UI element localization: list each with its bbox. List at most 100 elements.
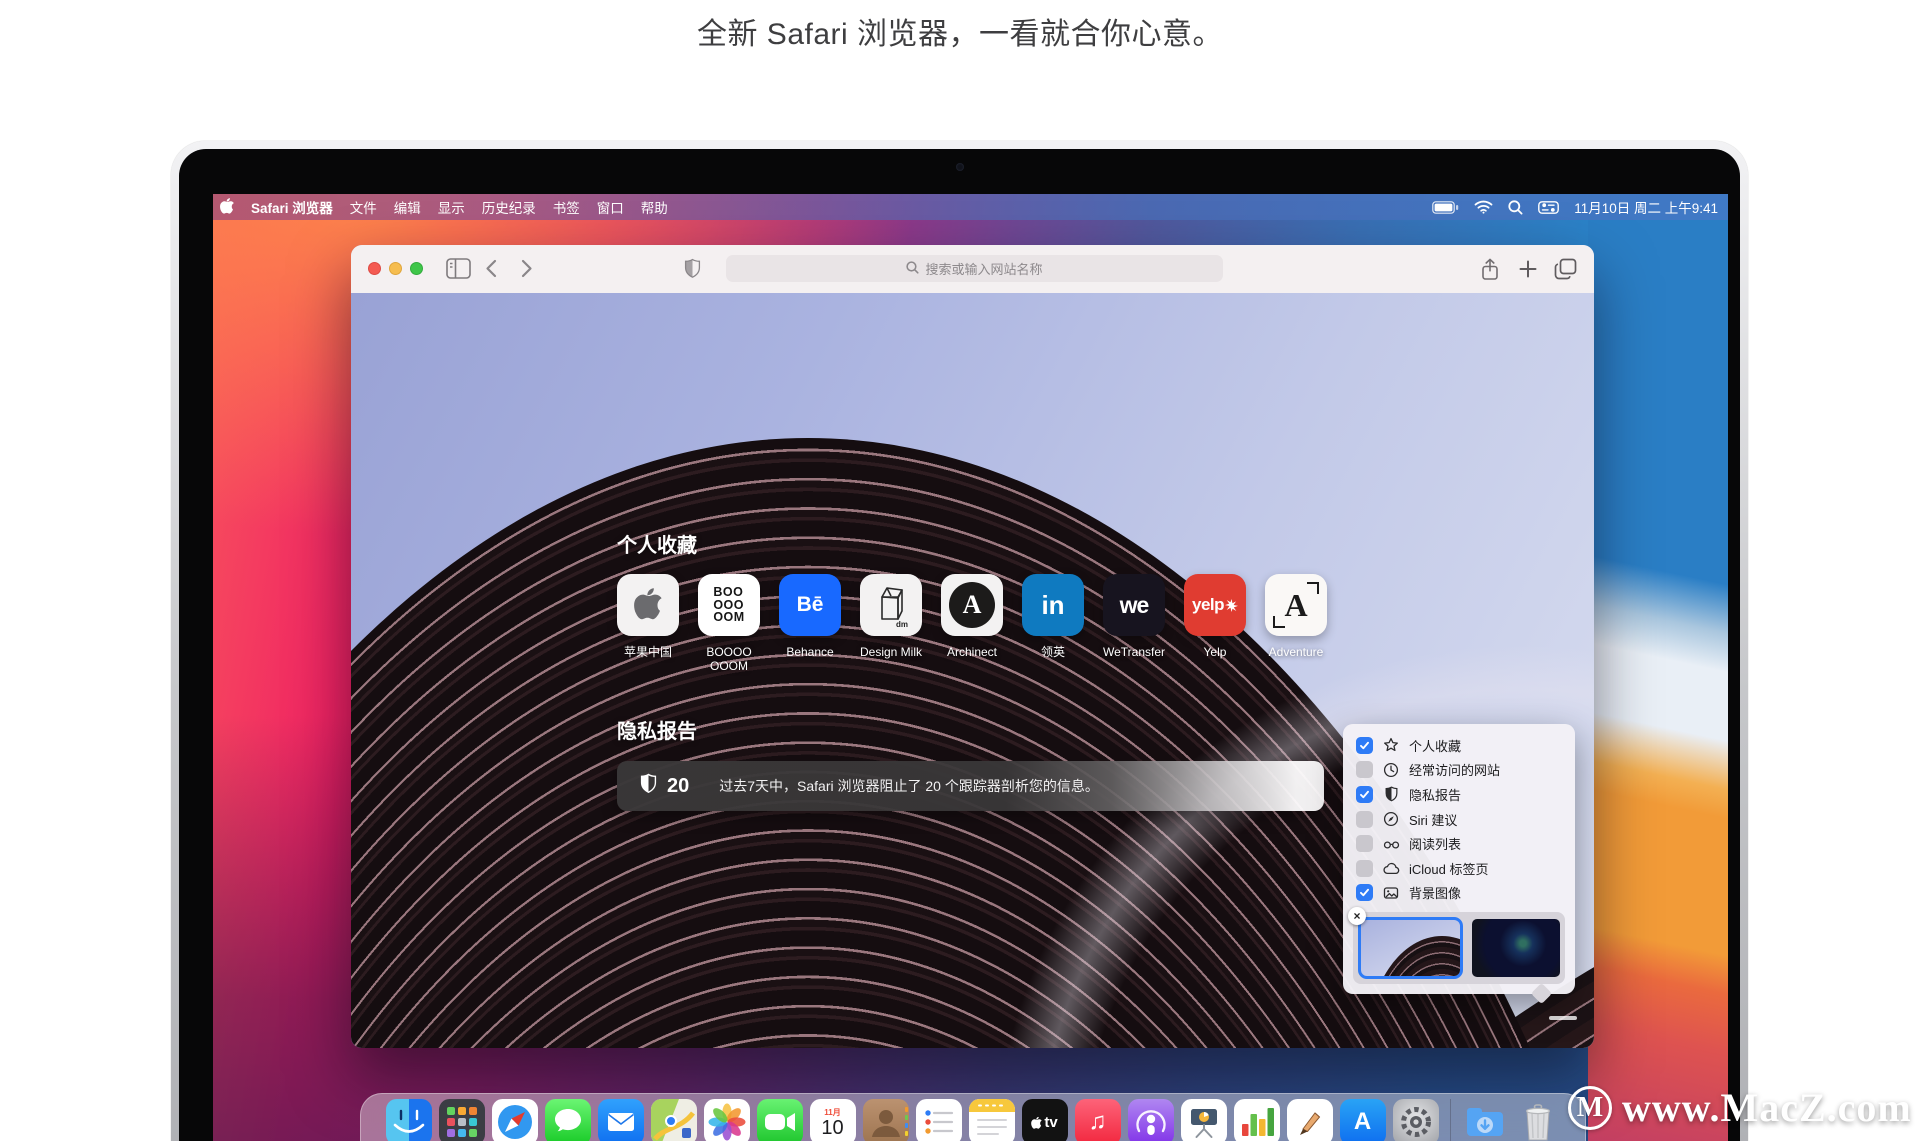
close-button[interactable]: [368, 262, 381, 275]
favorite-label: Archinect: [934, 645, 1010, 659]
dock-messages-icon[interactable]: [545, 1099, 591, 1141]
background-thumbnail-selected[interactable]: [1358, 917, 1463, 979]
search-icon[interactable]: [1508, 200, 1523, 215]
favorite-label: Adventure: [1258, 645, 1334, 659]
dock-reminders-icon[interactable]: [916, 1099, 962, 1141]
favorite-apple-china[interactable]: 苹果中国: [617, 574, 679, 674]
favorite-label: 苹果中国: [610, 645, 686, 659]
macbook-frame: Safari 浏览器 文件 编辑 显示 历史纪录 书签 窗口 帮助 11月10日…: [171, 141, 1748, 1141]
apple-menu-icon[interactable]: [220, 197, 234, 217]
dock-podcasts-icon[interactable]: [1128, 1099, 1174, 1141]
popover-option-icloud-tabs[interactable]: iCloud 标签页: [1343, 856, 1575, 881]
dock-photos-icon[interactable]: [704, 1099, 750, 1141]
menu-item-window[interactable]: 窗口: [597, 197, 624, 217]
zoom-button[interactable]: [410, 262, 423, 275]
favorite-linkedin[interactable]: in 领英: [1022, 574, 1084, 674]
menu-item-history[interactable]: 历史纪录: [482, 197, 536, 217]
stage: 全新 Safari 浏览器，一看就合你心意。 Safari 浏览器 文件 编辑 …: [0, 0, 1920, 1141]
favorite-booooooom[interactable]: BOO OOO OOM BOOOO OOOM: [698, 574, 760, 674]
dock-system-preferences-icon[interactable]: [1393, 1099, 1439, 1141]
shield-icon: [1382, 786, 1400, 802]
dock-pages-icon[interactable]: [1287, 1099, 1333, 1141]
dock-calendar-icon[interactable]: 11月 10: [810, 1099, 856, 1141]
dock-mail-icon[interactable]: [598, 1099, 644, 1141]
dock-launchpad-icon[interactable]: [439, 1099, 485, 1141]
dock-appstore-icon[interactable]: A: [1340, 1099, 1386, 1141]
popover-option-favorites[interactable]: 个人收藏: [1343, 733, 1575, 758]
dock-tv-icon[interactable]: tv: [1022, 1099, 1068, 1141]
wetransfer-tile-text: we: [1120, 592, 1149, 619]
favorite-yelp[interactable]: yelp Yelp: [1184, 574, 1246, 674]
popover-option-background-image[interactable]: 背景图像: [1343, 881, 1575, 906]
back-button[interactable]: [485, 259, 497, 283]
dock-keynote-icon[interactable]: [1181, 1099, 1227, 1141]
checkbox-checked[interactable]: [1356, 884, 1373, 901]
menu-item-view[interactable]: 显示: [438, 197, 465, 217]
new-tab-icon[interactable]: [1518, 259, 1538, 284]
favorite-behance[interactable]: Bē Behance: [779, 574, 841, 674]
favorite-adventure[interactable]: A Adventure: [1265, 574, 1327, 674]
control-center-icon[interactable]: [1538, 201, 1559, 214]
menu-item-file[interactable]: 文件: [350, 197, 377, 217]
shield-icon: [639, 773, 658, 800]
calendar-month: 11月: [824, 1109, 840, 1117]
dock-numbers-icon[interactable]: [1234, 1099, 1280, 1141]
linkedin-tile-text: in: [1041, 590, 1064, 621]
archinect-tile-text: A: [963, 590, 982, 620]
dock-facetime-icon[interactable]: [757, 1099, 803, 1141]
dock-downloads-icon[interactable]: [1462, 1099, 1508, 1141]
checkbox-unchecked[interactable]: [1356, 860, 1373, 877]
menu-item-edit[interactable]: 编辑: [394, 197, 421, 217]
favorite-wetransfer[interactable]: we WeTransfer: [1103, 574, 1165, 674]
page-title: 全新 Safari 浏览器，一看就合你心意。: [0, 9, 1920, 53]
dock-safari-icon[interactable]: [492, 1099, 538, 1141]
dock-music-icon[interactable]: ♫: [1075, 1099, 1121, 1141]
popover-option-reading-list[interactable]: 阅读列表: [1343, 831, 1575, 856]
favorite-design-milk[interactable]: dm Design Milk: [860, 574, 922, 674]
share-icon[interactable]: [1480, 258, 1500, 286]
booooooom-tile-text: BOO OOO OOM: [713, 586, 744, 624]
forward-button[interactable]: [521, 259, 533, 283]
privacy-report-bar[interactable]: 20 过去7天中，Safari 浏览器阻止了 20 个跟踪器剖析您的信息。: [617, 761, 1324, 811]
background-thumbnail-flower[interactable]: [1472, 919, 1560, 977]
checkbox-unchecked[interactable]: [1356, 835, 1373, 852]
menu-item-help[interactable]: 帮助: [641, 197, 668, 217]
appstore-glyph: A: [1354, 1108, 1371, 1136]
favorite-label: Behance: [772, 645, 848, 659]
popover-option-label: 隐私报告: [1409, 785, 1461, 804]
watermark-text: www.MacZ.com: [1622, 1084, 1912, 1131]
battery-icon[interactable]: [1432, 201, 1459, 214]
menu-item-safari[interactable]: Safari 浏览器: [251, 197, 333, 217]
dock-finder-icon[interactable]: [386, 1099, 432, 1141]
camera-dot: [956, 163, 964, 171]
behance-tile-text: Bē: [797, 593, 824, 617]
wifi-icon[interactable]: [1474, 200, 1493, 214]
dock-maps-icon[interactable]: [651, 1099, 697, 1141]
dock-contacts-icon[interactable]: [863, 1099, 909, 1141]
customize-start-page-button[interactable]: [1549, 1016, 1577, 1020]
safari-window: 搜索或输入网站名称: [351, 245, 1594, 1048]
checkbox-unchecked[interactable]: [1356, 761, 1373, 778]
menu-bar: Safari 浏览器 文件 编辑 显示 历史纪录 书签 窗口 帮助 11月10日…: [213, 194, 1728, 220]
checkbox-unchecked[interactable]: [1356, 811, 1373, 828]
address-search-field[interactable]: 搜索或输入网站名称: [726, 255, 1223, 282]
dock-notes-icon[interactable]: [969, 1099, 1015, 1141]
popover-option-frequently-visited[interactable]: 经常访问的网站: [1343, 758, 1575, 783]
popover-option-privacy-report[interactable]: 隐私报告: [1343, 782, 1575, 807]
dock: 11月 10 tv ♫ A: [360, 1093, 1586, 1141]
dock-trash-icon[interactable]: [1515, 1099, 1561, 1141]
macbook-screen: Safari 浏览器 文件 编辑 显示 历史纪录 书签 窗口 帮助 11月10日…: [213, 194, 1728, 1141]
macbook-bezel: Safari 浏览器 文件 编辑 显示 历史纪录 书签 窗口 帮助 11月10日…: [179, 149, 1740, 1141]
minimize-button[interactable]: [389, 262, 402, 275]
checkbox-checked[interactable]: [1356, 786, 1373, 803]
macz-logo: M: [1568, 1086, 1612, 1130]
privacy-shield-icon[interactable]: [683, 258, 702, 285]
checkbox-checked[interactable]: [1356, 737, 1373, 754]
menu-bar-clock[interactable]: 11月10日 周二 上午9:41: [1574, 197, 1718, 217]
sidebar-toggle-button[interactable]: [446, 258, 471, 284]
favorite-archinect[interactable]: A Archinect: [941, 574, 1003, 674]
menu-item-bookmarks[interactable]: 书签: [553, 197, 580, 217]
tab-overview-icon[interactable]: [1554, 258, 1577, 285]
popover-option-siri-suggestions[interactable]: Siri 建议: [1343, 807, 1575, 832]
blocked-trackers-count: 20: [667, 775, 689, 798]
